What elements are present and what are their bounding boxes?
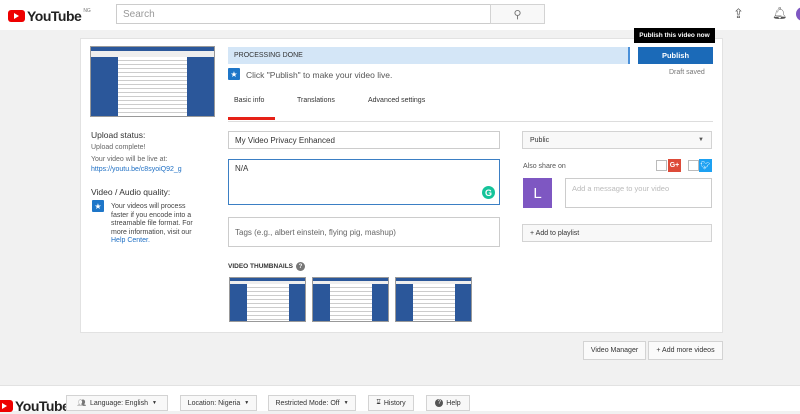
title-value: My Video Privacy Enhanced (235, 135, 335, 145)
hourglass-icon: ⌛︎ (376, 399, 381, 406)
grammarly-icon[interactable]: G (482, 186, 495, 199)
thumbnail-option-3[interactable] (395, 277, 472, 322)
tags-input[interactable]: Tags (e.g., albert einstein, flying pig,… (228, 217, 500, 247)
video-manager-label: Video Manager (590, 347, 639, 354)
language-label: Language: English (89, 399, 148, 407)
publish-tooltip: Publish this video now (634, 28, 715, 43)
location-label: Location: Nigeria (187, 399, 241, 407)
thumbnails-title: VIDEO THUMBNAILS (228, 263, 293, 270)
search-placeholder: Search (123, 8, 155, 20)
avatar[interactable] (796, 7, 800, 21)
thumbnail-option-2[interactable] (312, 277, 389, 322)
description-textarea[interactable]: N/A (228, 159, 500, 205)
publish-label: Publish (661, 51, 690, 60)
star-icon: ★ (92, 200, 104, 212)
quality-info: Your videos will process faster if you e… (111, 203, 199, 246)
message-placeholder: Add a message to your video (572, 184, 670, 193)
upload-icon[interactable]: ⇪ (733, 6, 744, 22)
tab-translations[interactable]: Translations (297, 97, 335, 104)
privacy-select[interactable]: Public ▼ (522, 131, 712, 149)
footer-logo-text: YouTube (15, 398, 70, 414)
tabs-divider (228, 121, 713, 122)
language-button[interactable]: 👥︎ Language: English ▼ (66, 395, 168, 411)
processing-status-bar: PROCESSING DONE (228, 47, 630, 64)
search-input[interactable]: Search (116, 4, 491, 24)
youtube-logo[interactable]: YouTube NG (8, 8, 91, 24)
tooltip-text: Publish this video now (639, 32, 710, 39)
top-header: YouTube NG Search ⚲ ⇪ 🔔︎ (0, 0, 800, 30)
quality-title: Video / Audio quality: (91, 187, 171, 197)
active-tab-indicator (228, 117, 275, 120)
play-logo-icon (0, 400, 13, 412)
share-label: Also share on (523, 163, 566, 170)
chevron-down-icon: ▼ (698, 137, 704, 143)
processing-text: PROCESSING DONE (234, 52, 303, 59)
tags-placeholder: Tags (e.g., albert einstein, flying pig,… (235, 227, 396, 237)
chevron-down-icon: ▼ (151, 400, 157, 406)
add-more-videos-button[interactable]: + Add more videos (648, 341, 723, 360)
gplus-checkbox[interactable] (656, 160, 667, 171)
publish-hint: Click "Publish" to make your video live. (246, 70, 393, 80)
region-code: NG (83, 8, 91, 14)
help-label: Help (446, 399, 461, 407)
upload-status-title: Upload status: (91, 130, 146, 140)
google-plus-icon: G+ (668, 159, 681, 172)
draft-saved-status: Draft saved (669, 69, 705, 76)
language-icon: 👥︎ (77, 400, 86, 407)
footer-logo[interactable]: YouTube (0, 398, 70, 414)
upload-complete-text: Upload complete! (91, 144, 146, 151)
thumbnail-option-1[interactable] (229, 277, 306, 322)
location-button[interactable]: Location: Nigeria ▼ (180, 395, 257, 411)
bell-icon[interactable]: 🔔︎ (772, 6, 787, 20)
history-button[interactable]: ⌛︎ History (368, 395, 414, 411)
video-preview (90, 46, 215, 117)
add-to-playlist-button[interactable]: + Add to playlist (522, 224, 712, 242)
play-logo-icon (8, 10, 25, 22)
privacy-value: Public (530, 136, 550, 144)
tab-advanced-settings[interactable]: Advanced settings (368, 97, 425, 104)
help-button[interactable]: ? Help (426, 395, 470, 411)
title-input[interactable]: My Video Privacy Enhanced (228, 131, 500, 149)
live-at-text: Your video will be live at: (91, 156, 168, 163)
restricted-label: Restricted Mode: Off (275, 399, 340, 407)
tab-basic-info[interactable]: Basic info (234, 97, 264, 104)
help-icon[interactable]: ? (296, 262, 305, 271)
thumbnails-label: VIDEO THUMBNAILS? (228, 262, 305, 271)
avatar-letter: L (533, 184, 542, 202)
quality-text: Your videos will process faster if you e… (111, 203, 193, 236)
video-manager-button[interactable]: Video Manager (583, 341, 646, 360)
search-button[interactable]: ⚲ (490, 4, 545, 24)
help-icon: ? (435, 399, 444, 407)
chevron-down-icon: ▼ (244, 400, 250, 406)
twitter-icon: 🐦︎ (699, 159, 712, 172)
help-center-link[interactable]: Help Center. (111, 237, 150, 244)
restricted-mode-button[interactable]: Restricted Mode: Off ▼ (268, 395, 356, 411)
chevron-down-icon: ▼ (343, 400, 349, 406)
avatar: L (523, 178, 552, 208)
publish-button[interactable]: Publish (638, 47, 713, 64)
video-link[interactable]: https://youtu.be/c8syoiQ92_g (91, 166, 182, 173)
share-message-input[interactable]: Add a message to your video (565, 178, 712, 208)
add-more-label: + Add more videos (656, 347, 715, 354)
playlist-label: + Add to playlist (530, 229, 580, 237)
star-icon: ★ (228, 68, 240, 80)
logo-text: YouTube (27, 8, 82, 24)
twitter-checkbox[interactable] (688, 160, 699, 171)
history-label: History (383, 399, 406, 407)
description-value: N/A (235, 164, 249, 173)
search-icon: ⚲ (513, 8, 522, 21)
